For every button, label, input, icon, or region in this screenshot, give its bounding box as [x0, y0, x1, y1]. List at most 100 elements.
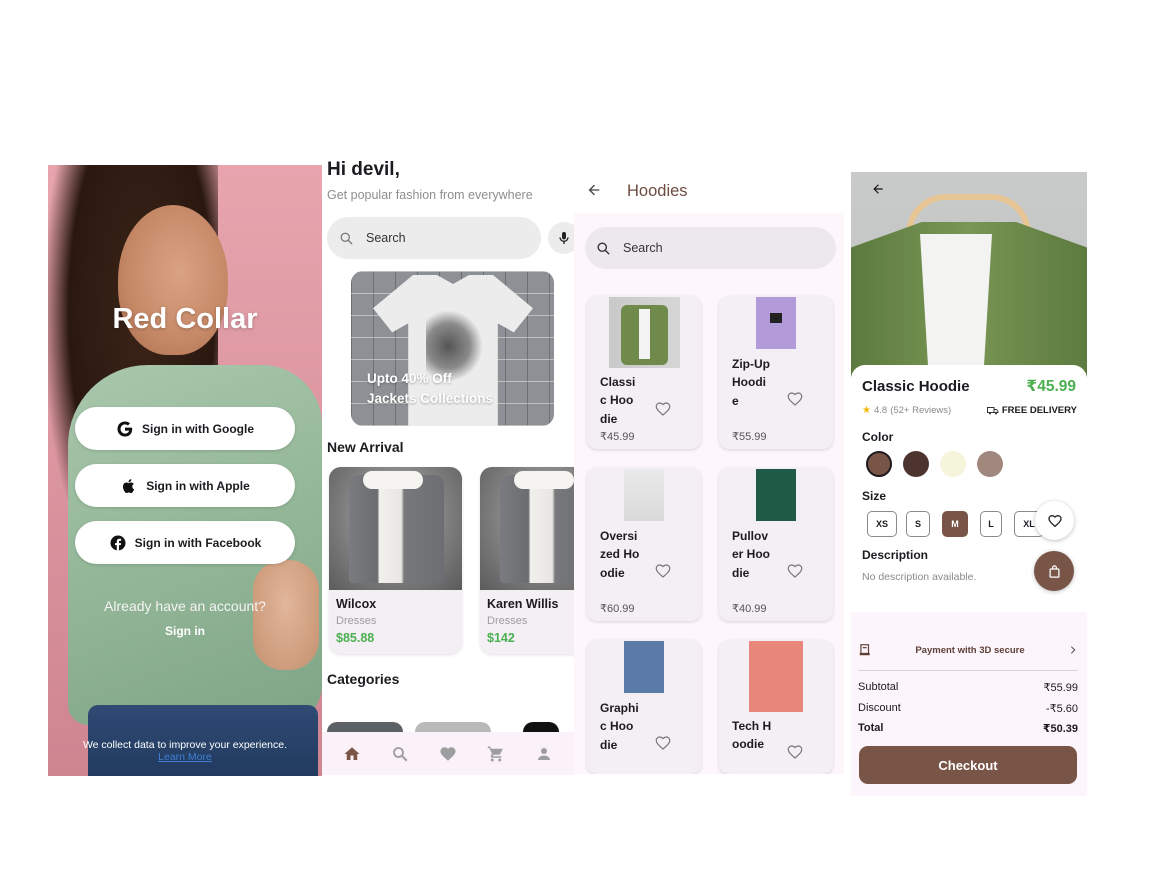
- color-swatch[interactable]: [977, 451, 1003, 477]
- color-swatch[interactable]: [940, 451, 966, 477]
- total-row: Total ₹50.39: [858, 722, 1078, 735]
- size-option[interactable]: S: [906, 511, 930, 537]
- product-card[interactable]: Karen Willis Dresses $142: [480, 467, 574, 654]
- product-image: [749, 641, 803, 712]
- banner-subheadline: Jackets Collections: [367, 391, 494, 406]
- back-arrow-icon[interactable]: [871, 182, 885, 196]
- product-name: Tech Hoodie: [732, 719, 772, 752]
- nav-profile-icon[interactable]: [535, 745, 553, 763]
- product-name: Graphic Hoodie: [600, 701, 639, 752]
- product-image: [329, 467, 462, 590]
- checkout-summary: Payment with 3D secure Subtotal ₹55.99 D…: [851, 612, 1087, 796]
- product-price: $142: [487, 631, 515, 645]
- delivery-text: FREE DELIVERY: [1001, 405, 1077, 416]
- promo-banner[interactable]: Upto 40% Off Jackets Collections: [351, 271, 554, 426]
- nav-favorites-icon[interactable]: [439, 745, 457, 763]
- privacy-notice: We collect data to improve your experien…: [82, 739, 288, 751]
- favorite-heart-icon[interactable]: [786, 743, 804, 761]
- product-price: ₹55.99: [732, 431, 767, 443]
- product-name: Karen Willis: [487, 597, 559, 611]
- home-screen: Hi devil, Get popular fashion from every…: [322, 155, 574, 775]
- truck-icon: [986, 406, 999, 414]
- product-card[interactable]: Pullover Hoodie ₹40.99: [719, 468, 833, 621]
- product-card[interactable]: Oversized Hoodie ₹60.99: [587, 468, 701, 621]
- product-name: Zip-Up Hoodie: [732, 357, 770, 408]
- description-text: No description available.: [862, 571, 977, 583]
- product-name: Pullover Hoodie: [732, 529, 771, 580]
- apple-icon: [123, 478, 135, 493]
- subtotal-row: Subtotal ₹55.99: [858, 681, 1078, 694]
- product-name: Oversized Hoodie: [600, 529, 640, 580]
- add-to-favorites-button[interactable]: [1035, 501, 1074, 540]
- product-category: Dresses: [487, 615, 528, 627]
- nav-cart-icon[interactable]: [487, 745, 505, 763]
- product-price: ₹45.99: [600, 431, 635, 443]
- heart-icon: [1047, 514, 1062, 527]
- total-value: ₹50.39: [1042, 723, 1078, 735]
- product-image: [609, 297, 680, 368]
- apple-signin-label: Sign in with Apple: [146, 478, 250, 493]
- facebook-signin-button[interactable]: Sign in with Facebook: [75, 521, 295, 564]
- rating: ★ 4.8 (52+ Reviews): [862, 405, 951, 416]
- review-count: (52+ Reviews): [890, 405, 952, 416]
- google-signin-button[interactable]: Sign in with Google: [75, 407, 295, 450]
- color-swatch[interactable]: [866, 451, 892, 477]
- size-option[interactable]: L: [980, 511, 1002, 537]
- product-price: ₹45.99: [1026, 378, 1076, 395]
- add-to-bag-button[interactable]: [1034, 551, 1074, 591]
- tee-graphic: [639, 309, 650, 359]
- product-name: Classic Hoodie: [862, 378, 970, 395]
- product-hero-image: [851, 172, 1087, 382]
- delivery-badge: FREE DELIVERY: [986, 405, 1077, 416]
- search-placeholder: Search: [623, 241, 663, 255]
- size-option[interactable]: XS: [867, 511, 897, 537]
- product-card[interactable]: Wilcox Dresses $85.88: [329, 467, 462, 654]
- jacket-image: [349, 475, 444, 583]
- category-thumb[interactable]: [523, 722, 559, 732]
- hoodies-screen: Hoodies Search Classic Hoodie ₹45.99 Zip…: [574, 168, 844, 774]
- subtotal-label: Subtotal: [858, 681, 899, 693]
- print-graphic: [770, 313, 782, 323]
- color-swatch[interactable]: [903, 451, 929, 477]
- product-card[interactable]: Tech Hoodie: [719, 640, 833, 774]
- page-title: Hoodies: [627, 182, 688, 200]
- size-label: Size: [862, 489, 887, 503]
- payment-method-row[interactable]: Payment with 3D secure: [858, 639, 1078, 661]
- voice-search-button[interactable]: [548, 222, 574, 254]
- product-image: [756, 469, 796, 521]
- greeting-subtitle: Get popular fashion from everywhere: [327, 188, 533, 202]
- product-price: ₹60.99: [600, 603, 635, 615]
- product-detail-screen: Classic Hoodie ₹45.99 ★ 4.8 (52+ Reviews…: [851, 172, 1087, 796]
- search-icon: [597, 242, 610, 255]
- favorite-heart-icon[interactable]: [654, 734, 672, 752]
- hoodies-search-input[interactable]: Search: [585, 227, 836, 269]
- apple-signin-button[interactable]: Sign in with Apple: [75, 464, 295, 507]
- product-card[interactable]: Zip-Up Hoodie ₹55.99: [719, 296, 833, 449]
- category-thumb[interactable]: [327, 722, 403, 732]
- favorite-heart-icon[interactable]: [786, 390, 804, 408]
- product-image: [756, 297, 796, 349]
- jacket-image: [500, 475, 574, 583]
- nav-search-icon[interactable]: [391, 745, 409, 763]
- learn-more-link[interactable]: Learn More: [48, 751, 322, 763]
- discount-label: Discount: [858, 702, 901, 714]
- favorite-heart-icon[interactable]: [654, 400, 672, 418]
- nav-home-icon[interactable]: [343, 745, 361, 763]
- bottom-nav: [322, 732, 574, 775]
- total-label: Total: [858, 722, 884, 734]
- home-search-input[interactable]: Search: [327, 217, 541, 259]
- signin-link[interactable]: Sign in: [48, 624, 322, 638]
- product-card[interactable]: Graphic Hoodie: [587, 640, 701, 774]
- favorite-heart-icon[interactable]: [654, 562, 672, 580]
- back-arrow-icon[interactable]: [586, 182, 602, 198]
- favorite-heart-icon[interactable]: [786, 562, 804, 580]
- product-price: $85.88: [336, 631, 375, 645]
- jacket-collar: [514, 471, 574, 489]
- checkout-button[interactable]: Checkout: [859, 746, 1077, 784]
- product-name: Wilcox: [336, 597, 377, 611]
- product-image: [480, 467, 574, 590]
- product-card[interactable]: Classic Hoodie ₹45.99: [587, 296, 701, 449]
- category-thumb[interactable]: [415, 722, 491, 732]
- size-option-selected[interactable]: M: [942, 511, 968, 537]
- background-photo-hand: [253, 560, 319, 670]
